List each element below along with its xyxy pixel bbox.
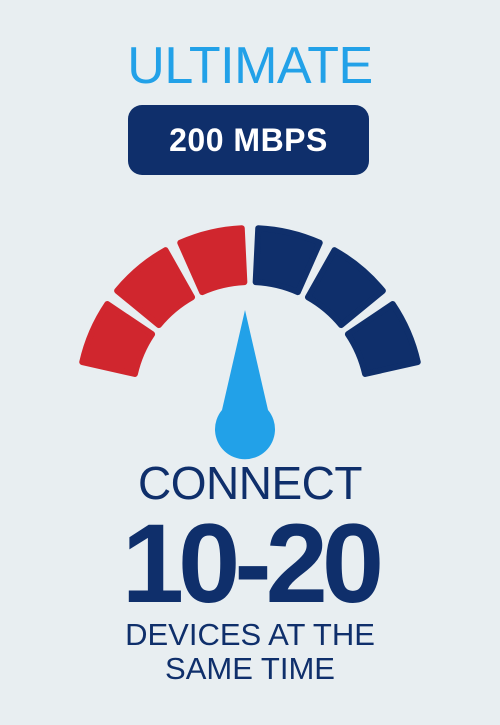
speedometer-gauge bbox=[79, 225, 421, 460]
plan-card: ULTIMATE 200 MBPS CONNECT 10-20 DEVICES … bbox=[0, 0, 500, 725]
devices-caption: DEVICES AT THE SAME TIME bbox=[0, 618, 500, 686]
gauge-segment bbox=[177, 225, 248, 296]
needle-icon bbox=[215, 310, 275, 460]
devices-caption-line2: SAME TIME bbox=[165, 651, 335, 686]
devices-caption-line1: DEVICES AT THE bbox=[125, 617, 375, 652]
gauge-segment bbox=[114, 247, 196, 329]
gauge-segment bbox=[304, 247, 386, 329]
device-range: 10-20 bbox=[121, 501, 384, 626]
speed-label: 200 MBPS bbox=[169, 121, 328, 158]
speed-badge: 200 MBPS bbox=[128, 105, 369, 175]
plan-title: ULTIMATE bbox=[127, 37, 373, 95]
gauge-segment bbox=[252, 225, 323, 296]
